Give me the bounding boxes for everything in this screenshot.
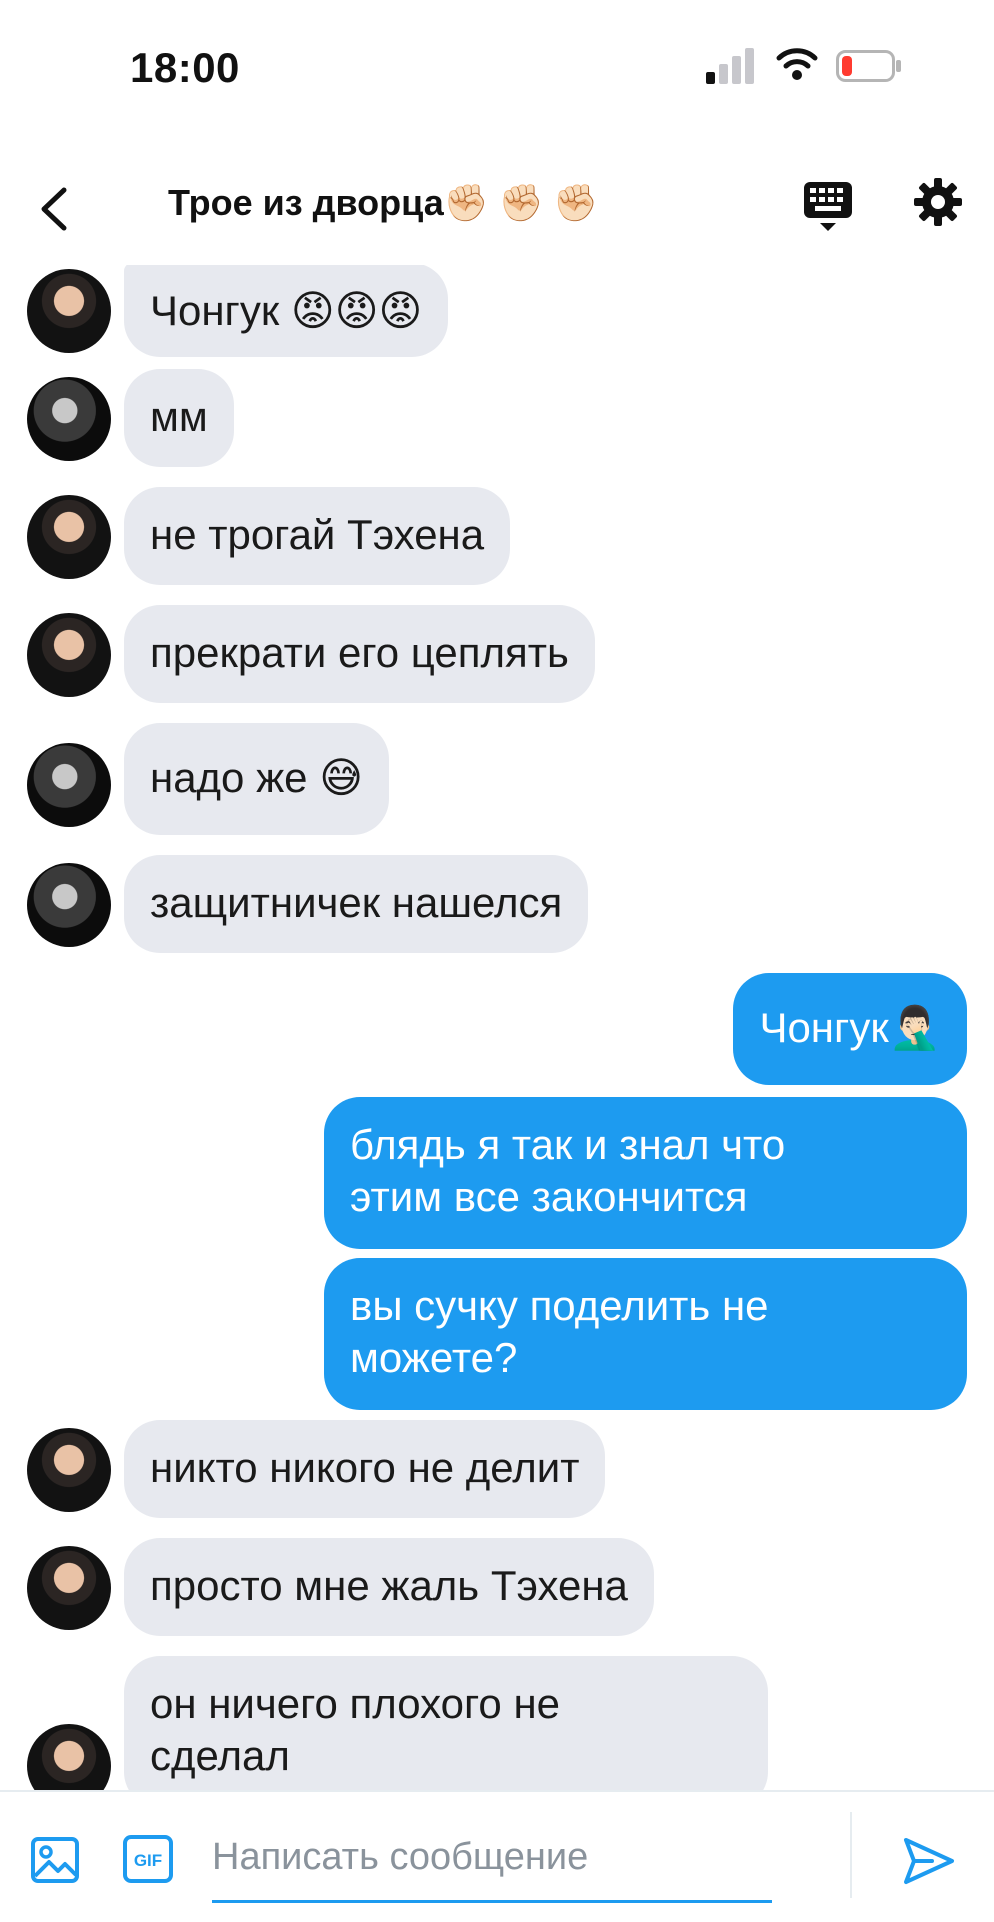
chevron-left-icon [41,187,67,231]
avatar[interactable] [27,495,111,579]
avatar[interactable] [27,269,111,353]
cellular-signal-icon [706,48,758,84]
message-bubble[interactable]: мм [124,369,234,467]
gif-icon: GIF [123,1835,173,1883]
image-icon [31,1837,79,1883]
avatar[interactable] [27,743,111,827]
avatar[interactable] [27,1546,111,1630]
chat-header: Трое из дворца✊🏻 ✊🏻 ✊🏻 [0,160,994,260]
message-list[interactable]: Чонгук 😡😡😡 мм не трогай Тэхена прекрати … [0,265,994,1790]
message-bubble[interactable]: он ничего плохого не сделал [124,1656,768,1790]
message-bubble[interactable]: надо же 😅 [124,723,389,835]
message-bubble[interactable]: никто никого не делит [124,1420,606,1518]
avatar[interactable] [27,863,111,947]
status-bar: 18:00 [0,0,994,130]
send-icon [904,1838,954,1884]
send-button[interactable] [902,1836,956,1886]
conversation-title[interactable]: Трое из дворца✊🏻 ✊🏻 ✊🏻 [168,182,598,224]
composer-divider [850,1812,852,1898]
message-bubble[interactable]: не трогай Тэхена [124,487,511,585]
back-button[interactable] [30,178,80,240]
message-input[interactable]: Написать сообщение [212,1814,772,1903]
message-bubble[interactable]: вы сучку поделить не можете? [324,1258,967,1410]
status-time: 18:00 [130,44,240,91]
message-bubble[interactable]: защитничек нашелся [124,855,589,953]
message-bubble[interactable]: просто мне жаль Тэхена [124,1538,654,1636]
message-bubble[interactable]: Чонгук 😡😡😡 [124,265,449,357]
wifi-icon [776,46,818,82]
message-bubble[interactable]: Чонгук🤦🏻‍♂️ [733,973,967,1085]
gear-icon [914,178,962,226]
avatar[interactable] [27,613,111,697]
keyboard-button[interactable] [800,178,856,234]
add-image-button[interactable] [30,1836,80,1884]
settings-button[interactable] [912,176,964,228]
add-gif-button[interactable]: GIF [122,1834,174,1884]
battery-icon [836,50,902,82]
gif-label: GIF [134,1851,162,1870]
keyboard-icon [804,182,852,231]
message-composer: GIF Написать сообщение [0,1790,994,1922]
avatar[interactable] [27,1724,111,1790]
avatar[interactable] [27,1428,111,1512]
message-bubble[interactable]: блядь я так и знал что этим все закончит… [324,1097,967,1249]
avatar[interactable] [27,377,111,461]
message-bubble[interactable]: прекрати его цеплять [124,605,595,703]
